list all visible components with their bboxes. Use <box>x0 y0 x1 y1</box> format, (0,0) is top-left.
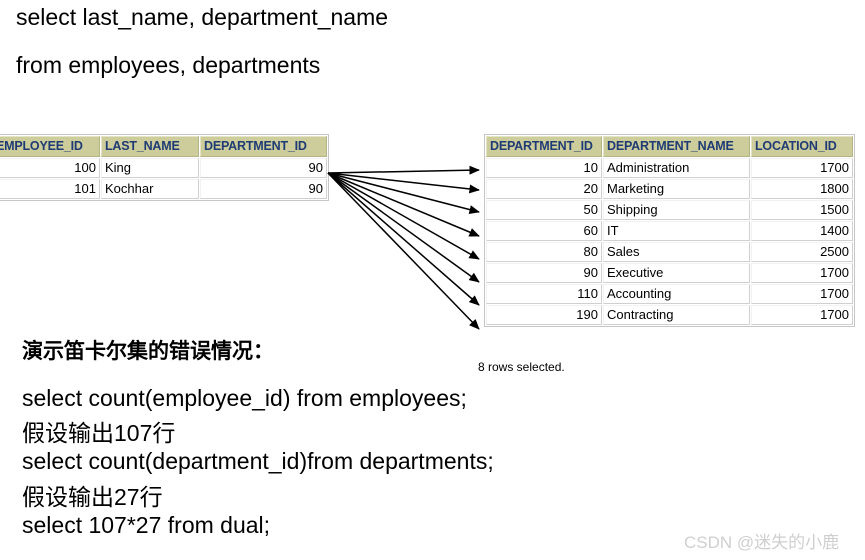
sql-line-count-employees: select count(employee_id) from employees… <box>22 385 467 411</box>
query-line-from: from employees, departments <box>16 52 321 78</box>
departments-result-grid: DEPARTMENT_ID DEPARTMENT_NAME LOCATION_I… <box>484 134 855 327</box>
table-row: 100 King 90 <box>0 158 327 178</box>
slide-canvas: select last_name, department_name from e… <box>0 0 865 560</box>
join-arrow-4 <box>327 172 480 237</box>
cell-department-id: 10 <box>486 158 602 178</box>
cell-location-id: 1700 <box>751 158 853 178</box>
cell-location-id: 1400 <box>751 221 853 241</box>
cell-department-id: 60 <box>486 221 602 241</box>
query-line-select: select last_name, department_name <box>16 4 389 30</box>
cell-location-id: 1500 <box>751 200 853 220</box>
cell-location-id: 2500 <box>751 242 853 262</box>
cell-employee-id: 100 <box>0 158 100 178</box>
column-header-last-name: LAST_NAME <box>101 136 199 157</box>
table-row: 10 Administration 1700 <box>486 158 853 178</box>
cell-department-id: 50 <box>486 200 602 220</box>
cell-department-id: 90 <box>200 158 327 178</box>
employees-result-grid: EMPLOYEE_ID LAST_NAME DEPARTMENT_ID 100 … <box>0 134 329 201</box>
cell-department-name: Accounting <box>603 284 750 304</box>
table-row: 190 Contracting 1700 <box>486 305 853 325</box>
column-header-employee-id: EMPLOYEE_ID <box>0 136 100 157</box>
column-header-department-name: DEPARTMENT_NAME <box>603 136 750 157</box>
sql-line-cartesian-product: select 107*27 from dual; <box>22 512 271 538</box>
note-line-107-rows: 假设输出107行 <box>22 420 176 446</box>
cell-department-name: Marketing <box>603 179 750 199</box>
cell-department-id: 90 <box>200 179 327 199</box>
table-row: 50 Shipping 1500 <box>486 200 853 220</box>
demo-section-heading: 演示笛卡尔集的错误情况： <box>22 340 274 363</box>
cell-department-id: 190 <box>486 305 602 325</box>
table-row: 110 Accounting 1700 <box>486 284 853 304</box>
rows-selected-caption: 8 rows selected. <box>478 360 565 374</box>
column-header-location-id: LOCATION_ID <box>751 136 853 157</box>
cell-employee-id: 101 <box>0 179 100 199</box>
table-row: 60 IT 1400 <box>486 221 853 241</box>
column-header-department-id: DEPARTMENT_ID <box>486 136 602 157</box>
table-row: 101 Kochhar 90 <box>0 179 327 199</box>
cell-location-id: 1700 <box>751 284 853 304</box>
cell-last-name: Kochhar <box>101 179 199 199</box>
table-header-row: DEPARTMENT_ID DEPARTMENT_NAME LOCATION_I… <box>486 136 853 157</box>
cell-department-id: 110 <box>486 284 602 304</box>
table-header-row: EMPLOYEE_ID LAST_NAME DEPARTMENT_ID <box>0 136 327 157</box>
table-row: 80 Sales 2500 <box>486 242 853 262</box>
cell-department-name: Executive <box>603 263 750 283</box>
cell-department-name: Contracting <box>603 305 750 325</box>
cell-department-id: 90 <box>486 263 602 283</box>
table-row: 90 Executive 1700 <box>486 263 853 283</box>
cell-location-id: 1800 <box>751 179 853 199</box>
join-arrow-1 <box>327 165 480 175</box>
cell-department-id: 80 <box>486 242 602 262</box>
cell-department-name: Administration <box>603 158 750 178</box>
cell-location-id: 1700 <box>751 305 853 325</box>
cell-department-name: IT <box>603 221 750 241</box>
join-arrow-8 <box>327 172 480 330</box>
join-arrow-7 <box>327 172 480 306</box>
watermark: CSDN @迷失的小鹿 <box>684 533 840 552</box>
join-arrow-6 <box>327 172 480 283</box>
join-arrow-5 <box>327 172 480 260</box>
join-arrow-3 <box>327 172 480 214</box>
column-header-department-id: DEPARTMENT_ID <box>200 136 327 157</box>
table-row: 20 Marketing 1800 <box>486 179 853 199</box>
cell-department-name: Sales <box>603 242 750 262</box>
join-arrow-2 <box>327 172 480 194</box>
cell-department-name: Shipping <box>603 200 750 220</box>
cell-location-id: 1700 <box>751 263 853 283</box>
note-line-27-rows: 假设输出27行 <box>22 484 163 510</box>
cell-department-id: 20 <box>486 179 602 199</box>
cell-last-name: King <box>101 158 199 178</box>
sql-line-count-departments: select count(department_id)from departme… <box>22 448 494 474</box>
